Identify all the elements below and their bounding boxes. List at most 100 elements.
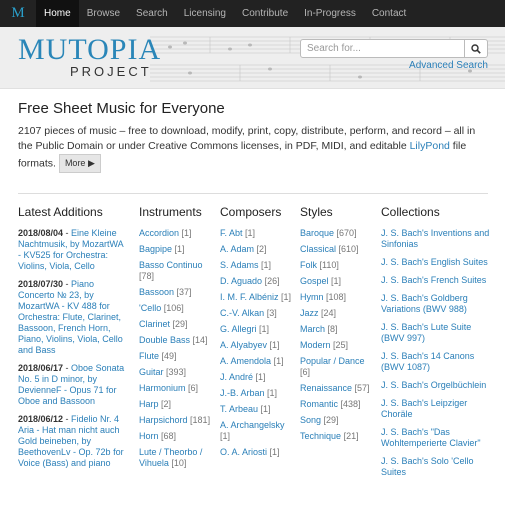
search-button[interactable] — [464, 39, 488, 58]
style-item: Song [29] — [300, 415, 372, 426]
style-item-link[interactable]: Gospel — [300, 276, 329, 286]
collection-link[interactable]: J. S. Bach's Lute Suite (BWV 997) — [381, 322, 471, 343]
instrument-item-link[interactable]: Guitar — [139, 367, 164, 377]
collection-link[interactable]: J. S. Bach's Leipziger Choräle — [381, 398, 467, 419]
composer-item-count: [2] — [256, 244, 267, 254]
instrument-item-link[interactable]: Clarinet — [139, 319, 170, 329]
composer-item-link[interactable]: O. A. Ariosti — [220, 447, 267, 457]
style-item-count: [1] — [331, 276, 342, 286]
composer-item-count: [1] — [220, 431, 231, 441]
style-item-link[interactable]: Folk — [300, 260, 317, 270]
style-item-link[interactable]: Romantic — [300, 399, 338, 409]
mutopia-logo[interactable]: MUTOPIA PROJECT — [18, 33, 162, 79]
instrument-item-link[interactable]: Harpsichord — [139, 415, 188, 425]
style-item-count: [610] — [338, 244, 359, 254]
style-item-link[interactable]: Jazz — [300, 308, 319, 318]
intro-section: Free Sheet Music for Everyone 2107 piece… — [18, 100, 488, 173]
composer-item-link[interactable]: S. Adams — [220, 260, 259, 270]
composer-item-link[interactable]: A. Archangelsky — [220, 420, 285, 430]
style-item: Romantic [438] — [300, 399, 372, 410]
composer-item-link[interactable]: A. Adam — [220, 244, 254, 254]
collection-item: J. S. Bach's Solo 'Cello Suites — [381, 456, 491, 478]
instrument-item-link[interactable]: Double Bass — [139, 335, 190, 345]
style-item-link[interactable]: Renaissance — [300, 383, 352, 393]
composer-item-link[interactable]: T. Arbeau — [220, 404, 258, 414]
nav-in-progress[interactable]: In-Progress — [296, 0, 364, 27]
nav-home[interactable]: Home — [36, 0, 79, 27]
nav-browse[interactable]: Browse — [79, 0, 128, 27]
style-item-link[interactable]: Baroque — [300, 228, 334, 238]
addition-separator: - — [63, 414, 72, 424]
collection-link[interactable]: J. S. Bach's "Das Wohltemperierte Clavie… — [381, 427, 481, 448]
composer-item: A. Archangelsky [1] — [220, 420, 292, 442]
collection-item: J. S. Bach's "Das Wohltemperierte Clavie… — [381, 427, 491, 449]
composer-item-link[interactable]: J.-B. Arban — [220, 388, 265, 398]
intro-text: 2107 pieces of music – free to download,… — [18, 124, 488, 173]
instrument-item: Clarinet [29] — [139, 319, 211, 330]
lilypond-link[interactable]: LilyPond — [410, 140, 450, 152]
style-item: Modern [25] — [300, 340, 372, 351]
instrument-item-link[interactable]: 'Cello — [139, 303, 161, 313]
style-item-link[interactable]: Song — [300, 415, 321, 425]
composers-column: Composers F. Abt [1] A. Adam [2] S. Adams … — [220, 205, 292, 463]
style-item-link[interactable]: Popular / Dance — [300, 356, 365, 366]
brand-logo-icon[interactable]: M — [0, 0, 36, 27]
composer-item-link[interactable]: A. Amendola — [220, 356, 271, 366]
instrument-item-count: [29] — [172, 319, 188, 329]
addition-link[interactable]: Piano Concerto № 23, by MozartWA - KV 48… — [18, 279, 123, 355]
style-item-link[interactable]: Hymn — [300, 292, 324, 302]
composer-item: J. André [1] — [220, 372, 292, 383]
composer-item-count: [26] — [264, 276, 280, 286]
style-item-count: [21] — [343, 431, 359, 441]
instrument-item-count: [1] — [181, 228, 192, 238]
style-item-link[interactable]: Modern — [300, 340, 331, 350]
style-item-link[interactable]: Technique — [300, 431, 341, 441]
latest-addition-item: 2018/08/04 - Eine Kleine Nachtmusik, by … — [18, 228, 128, 272]
composer-item-count: [1] — [267, 388, 278, 398]
style-item-link[interactable]: March — [300, 324, 325, 334]
instrument-item-link[interactable]: Basso Continuo — [139, 260, 203, 270]
collection-link[interactable]: J. S. Bach's 14 Canons (BWV 1087) — [381, 351, 474, 372]
instrument-item-link[interactable]: Harp — [139, 399, 159, 409]
style-item: Renaissance [57] — [300, 383, 372, 394]
instrument-item-link[interactable]: Accordion — [139, 228, 179, 238]
style-item-link[interactable]: Classical — [300, 244, 336, 254]
more-button[interactable]: More ▶ — [58, 154, 101, 173]
nav-contact[interactable]: Contact — [364, 0, 414, 27]
instrument-item: 'Cello [106] — [139, 303, 211, 314]
instrument-item-link[interactable]: Harmonium — [139, 383, 186, 393]
nav-licensing[interactable]: Licensing — [176, 0, 234, 27]
instrument-item-count: [181] — [190, 415, 211, 425]
more-label: More — [64, 158, 86, 168]
composer-item-link[interactable]: J. André — [220, 372, 253, 382]
composer-item-link[interactable]: I. M. F. Albéniz — [220, 292, 279, 302]
instrument-item: Lute / Theorbo / Vihuela [10] — [139, 447, 211, 469]
nav-search[interactable]: Search — [128, 0, 176, 27]
composer-item-link[interactable]: F. Abt — [220, 228, 243, 238]
style-item: Jazz [24] — [300, 308, 372, 319]
composer-item-link[interactable]: C.-V. Alkan — [220, 308, 264, 318]
logo-main-text: MUTOPIA — [18, 33, 162, 66]
composer-item-link[interactable]: G. Allegri — [220, 324, 257, 334]
addition-separator: - — [63, 279, 72, 289]
nav-contribute[interactable]: Contribute — [234, 0, 296, 27]
instrument-item-link[interactable]: Horn — [139, 431, 159, 441]
composer-item-link[interactable]: D. Aguado — [220, 276, 262, 286]
instrument-item-link[interactable]: Bagpipe — [139, 244, 172, 254]
collections-heading: Collections — [381, 205, 440, 219]
collection-link[interactable]: J. S. Bach's Inventions and Sinfonias — [381, 228, 489, 249]
collection-link[interactable]: J. S. Bach's Goldberg Variations (BWV 98… — [381, 293, 468, 314]
top-navbar: M Home Browse Search Licensing Contribut… — [0, 0, 505, 27]
composer-item-link[interactable]: A. Alyabyev — [220, 340, 267, 350]
addition-separator: - — [63, 363, 72, 373]
collection-item: J. S. Bach's Goldberg Variations (BWV 98… — [381, 293, 491, 315]
collection-link[interactable]: J. S. Bach's Solo 'Cello Suites — [381, 456, 473, 477]
instrument-item-link[interactable]: Bassoon — [139, 287, 174, 297]
styles-column: Styles Baroque [670] Classical [610] Folk … — [300, 205, 372, 447]
advanced-search-link[interactable]: Advanced Search — [409, 60, 488, 71]
search-input[interactable] — [300, 39, 465, 58]
collection-link[interactable]: J. S. Bach's French Suites — [381, 275, 486, 285]
collection-link[interactable]: J. S. Bach's English Suites — [381, 257, 488, 267]
instrument-item-link[interactable]: Flute — [139, 351, 159, 361]
collection-link[interactable]: J. S. Bach's Orgelbüchlein — [381, 380, 486, 390]
